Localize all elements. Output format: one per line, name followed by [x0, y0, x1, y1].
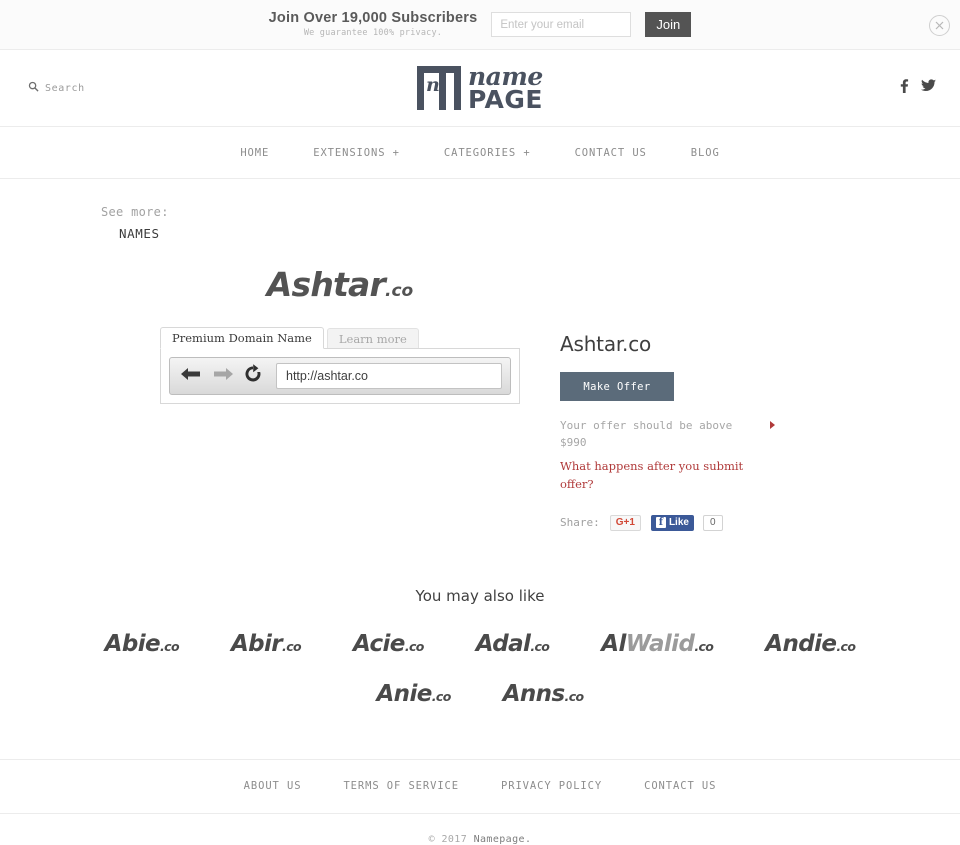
- nav-item-contact-us[interactable]: CONTACT US: [575, 147, 647, 159]
- related-domain-item[interactable]: Anns.co: [503, 681, 584, 707]
- nav-item-extensions[interactable]: EXTENSIONS +: [313, 147, 400, 159]
- footer-link-terms-of-service[interactable]: TERMS OF SERVICE: [343, 780, 459, 792]
- related-domain-item[interactable]: Acie.co: [353, 631, 424, 657]
- make-offer-button[interactable]: Make Offer: [560, 372, 674, 401]
- nav-item-blog[interactable]: BLOG: [691, 147, 720, 159]
- related-domain-item[interactable]: Abie.co: [105, 631, 180, 657]
- url-bar[interactable]: http://ashtar.co: [276, 363, 502, 389]
- arrow-forward-icon[interactable]: [210, 364, 236, 389]
- email-field[interactable]: [491, 12, 632, 37]
- search-label: Search: [45, 82, 85, 94]
- tab-premium-domain-name[interactable]: Premium Domain Name: [160, 327, 324, 349]
- copyright-brand: Namepage.: [473, 833, 532, 845]
- subscribe-subtitle: We guarantee 100% privacy.: [303, 27, 443, 38]
- see-more-label: See more:: [101, 205, 169, 219]
- search-icon: [28, 79, 39, 97]
- offer-minimum-note: Your offer should be above $990 What hap…: [560, 417, 775, 494]
- related-domain-item[interactable]: AlWalid.co: [601, 631, 714, 657]
- also-like-title: You may also like: [415, 586, 545, 605]
- hero-domain-tld: .co: [384, 281, 414, 301]
- related-domain-item[interactable]: Abir.co: [231, 631, 302, 657]
- hero-domain: Ashtar.co: [0, 265, 960, 304]
- browser-frame: http://ashtar.co: [160, 348, 520, 404]
- close-circle-icon[interactable]: [929, 15, 950, 36]
- related-domain-item[interactable]: Anie.co: [376, 681, 451, 707]
- twitter-icon[interactable]: [921, 79, 936, 97]
- main-navigation: HOME EXTENSIONS + CATEGORIES + CONTACT U…: [0, 127, 960, 179]
- offer-note-line1: Your offer should be above: [560, 419, 733, 432]
- facebook-like-button[interactable]: f Like: [650, 514, 694, 531]
- logo-mark-letter: n: [426, 74, 440, 96]
- triangle-right-icon: [770, 421, 775, 429]
- related-domains-grid: Abie.co Abir.co Acie.co Adal.co AlWalid.…: [0, 631, 960, 707]
- browser-mockup: Premium Domain Name Learn more http://as…: [160, 327, 520, 531]
- subscribe-bar: Join Over 19,000 Subscribers We guarante…: [0, 0, 960, 50]
- see-more-block: See more: NAMES: [0, 179, 960, 241]
- copyright-prefix: © 2017: [428, 833, 474, 845]
- subscribe-title: Join Over 19,000 Subscribers: [268, 10, 478, 27]
- footer-navigation: ABOUT US TERMS OF SERVICE PRIVACY POLICY…: [0, 760, 960, 814]
- logo-text: name PAGE: [468, 64, 543, 114]
- offer-domain-title: Ashtar.co: [560, 332, 652, 356]
- hero-domain-name: Ashtar: [266, 265, 386, 304]
- share-label: Share:: [560, 516, 600, 530]
- google-plus-share-button[interactable]: G+1: [609, 514, 641, 531]
- offer-info-link[interactable]: What happens after you submit offer?: [560, 458, 775, 494]
- subscribe-text: Join Over 19,000 Subscribers We guarante…: [269, 10, 478, 38]
- facebook-icon[interactable]: [900, 78, 909, 98]
- domain-detail-section: Premium Domain Name Learn more http://as…: [0, 327, 960, 531]
- reload-icon[interactable]: [242, 363, 264, 390]
- facebook-like-label: Like: [668, 517, 689, 529]
- offer-note-amount: $990: [560, 436, 587, 450]
- facebook-f-icon: f: [655, 517, 666, 529]
- copyright: © 2017 Namepage.: [0, 814, 960, 845]
- arrow-back-icon[interactable]: [178, 364, 204, 389]
- nav-item-home[interactable]: HOME: [240, 147, 269, 159]
- search-input[interactable]: Search: [28, 79, 85, 97]
- join-button[interactable]: Join: [645, 12, 692, 37]
- footer-link-privacy-policy[interactable]: PRIVACY POLICY: [501, 780, 602, 792]
- footer-link-contact-us[interactable]: CONTACT US: [644, 780, 716, 792]
- related-domain-item[interactable]: Andie.co: [765, 631, 856, 657]
- related-domain-item[interactable]: Adal.co: [476, 631, 550, 657]
- tab-learn-more[interactable]: Learn more: [326, 328, 419, 349]
- footer-link-about-us[interactable]: ABOUT US: [244, 780, 302, 792]
- social-links: [900, 78, 936, 98]
- share-row: Share: G+1 f Like 0: [560, 514, 810, 531]
- see-more-category[interactable]: NAMES: [119, 226, 960, 241]
- masthead: Search n name PAGE: [0, 50, 960, 127]
- browser-toolbar: http://ashtar.co: [169, 357, 511, 395]
- nav-item-categories[interactable]: CATEGORIES +: [444, 147, 531, 159]
- offer-panel: Ashtar.co Make Offer Your offer should b…: [560, 328, 810, 531]
- logo-page: PAGE: [468, 84, 543, 114]
- logo-mark-icon: n: [417, 66, 461, 110]
- mockup-tabs: Premium Domain Name Learn more: [160, 327, 520, 349]
- site-logo[interactable]: n name PAGE: [417, 64, 543, 114]
- facebook-like-count: 0: [702, 514, 723, 531]
